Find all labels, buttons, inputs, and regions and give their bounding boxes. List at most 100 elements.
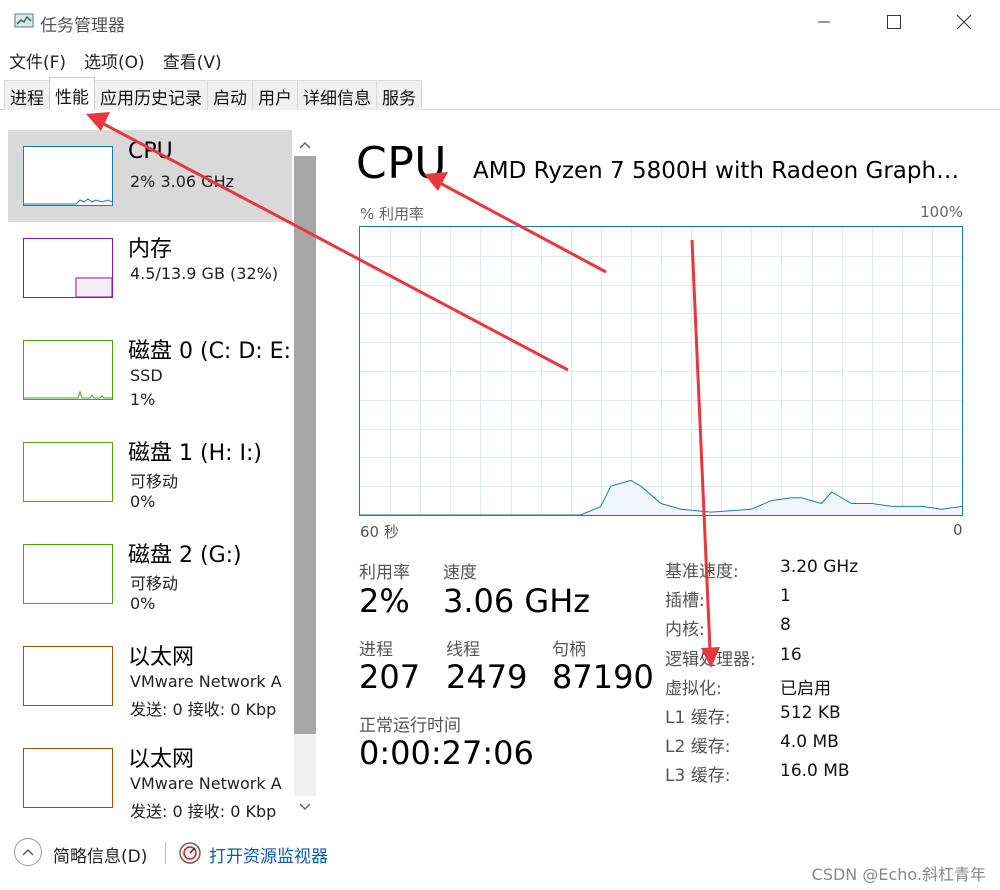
sidebar-item-name: 内存 — [128, 237, 173, 262]
sidebar-item-cpu[interactable]: CPU 2% 3.06 GHz — [8, 130, 292, 222]
l3-cache-value: 16.0 MB — [780, 761, 850, 781]
close-icon — [956, 14, 972, 30]
processes-value: 207 — [359, 658, 421, 696]
open-resource-monitor-link[interactable]: 打开资源监视器 — [209, 842, 328, 867]
handles-label: 句柄 — [552, 640, 586, 660]
threads-value: 2479 — [446, 658, 528, 696]
l2-cache-label: L2 缓存: — [665, 737, 731, 757]
uptime-label: 正常运行时间 — [359, 716, 461, 736]
graph-max-label: 100% — [920, 203, 963, 221]
sidebar-item-detail: SSD — [130, 366, 163, 385]
menu-view[interactable]: 查看(V) — [154, 46, 231, 73]
disk-2-thumbnail — [23, 544, 113, 604]
cpu-utilization-graph — [359, 226, 963, 516]
sidebar-item-detail: 2% 3.06 GHz — [130, 172, 235, 191]
scroll-up-button[interactable] — [297, 138, 313, 152]
tab-services[interactable]: 服务 — [376, 80, 422, 110]
graph-axis-end: 0 — [953, 521, 963, 539]
sidebar-item-disk-1[interactable]: 磁盘 1 (H: I:) 可移动 0% — [8, 426, 292, 528]
window-title: 任务管理器 — [40, 16, 125, 36]
sidebar-item-name: 以太网 — [128, 747, 195, 772]
logical-processors-value: 16 — [780, 645, 802, 665]
chevron-down-icon — [299, 803, 311, 811]
utilization-label: 利用率 — [359, 563, 410, 583]
l3-cache-label: L3 缓存: — [665, 766, 731, 786]
sidebar-scrollbar[interactable] — [292, 138, 318, 814]
l1-cache-value: 512 KB — [780, 703, 841, 723]
speed-value: 3.06 GHz — [443, 582, 591, 620]
tab-startup[interactable]: 启动 — [207, 80, 253, 110]
menu-bar: 文件(F) 选项(O) 查看(V) — [0, 46, 231, 73]
virtualization-value: 已启用 — [780, 679, 831, 699]
disk-1-thumbnail — [23, 442, 113, 502]
memory-thumbnail — [23, 238, 113, 298]
footer-divider — [165, 842, 166, 864]
resource-list: CPU 2% 3.06 GHz 内存 4.5/13.9 GB (32%) 磁盘 … — [8, 130, 292, 820]
sidebar-item-ethernet-1[interactable]: 以太网 VMware Network A 发送: 0 接收: 0 Kbp — [8, 630, 292, 732]
tab-bar: 进程 性能 应用历史记录 启动 用户 详细信息 服务 — [0, 77, 1000, 110]
maximize-button[interactable] — [874, 6, 914, 38]
utilization-value: 2% — [359, 582, 410, 620]
tab-app-history[interactable]: 应用历史记录 — [94, 80, 208, 110]
menu-file[interactable]: 文件(F) — [0, 46, 75, 73]
tab-details[interactable]: 详细信息 — [297, 80, 377, 110]
sidebar-item-value: 发送: 0 接收: 0 Kbp — [130, 700, 277, 719]
arrowhead — [86, 112, 110, 131]
sidebar-item-name: 以太网 — [128, 645, 195, 670]
sockets-value: 1 — [780, 586, 791, 606]
sidebar-item-value: 0% — [130, 492, 156, 511]
task-manager-icon — [14, 13, 34, 28]
cpu-thumbnail-graph — [24, 198, 112, 205]
sidebar-item-value: 0% — [130, 594, 156, 613]
cpu-thumbnail — [23, 146, 113, 206]
tab-performance[interactable]: 性能 — [49, 77, 95, 110]
cores-label: 内核: — [665, 620, 705, 640]
sockets-label: 插槽: — [665, 591, 705, 611]
page-title: CPU — [356, 138, 447, 189]
base-speed-label: 基准速度: — [665, 562, 739, 582]
cpu-graph-svg — [360, 227, 962, 515]
fewer-details-button[interactable] — [14, 838, 42, 866]
fewer-details-link[interactable]: 简略信息(D) — [53, 842, 147, 867]
watermark: CSDN @Echo.斜杠青年 — [811, 865, 986, 884]
base-speed-value: 3.20 GHz — [780, 557, 859, 577]
sidebar-item-value: 1% — [130, 390, 156, 409]
handles-value: 87190 — [552, 658, 654, 696]
ethernet-2-thumbnail — [23, 748, 113, 808]
graph-label: % 利用率 — [360, 205, 425, 223]
l1-cache-label: L1 缓存: — [665, 708, 731, 728]
sidebar-item-memory[interactable]: 内存 4.5/13.9 GB (32%) — [8, 222, 292, 324]
sidebar-item-detail: 可移动 — [130, 472, 179, 491]
menu-options[interactable]: 选项(O) — [75, 46, 154, 73]
sidebar-item-value: 发送: 0 接收: 0 Kbp — [130, 802, 277, 820]
sidebar-item-name: CPU — [128, 139, 173, 164]
ethernet-1-thumbnail — [23, 646, 113, 706]
maximize-icon — [887, 15, 901, 29]
scroll-thumb[interactable] — [294, 156, 316, 734]
scroll-down-button[interactable] — [297, 800, 313, 814]
chevron-up-icon — [22, 849, 34, 856]
title-bar: 任务管理器 — [0, 0, 1000, 44]
l2-cache-value: 4.0 MB — [780, 732, 839, 752]
chevron-up-icon — [299, 141, 311, 149]
cores-value: 8 — [780, 615, 791, 635]
close-button[interactable] — [944, 6, 984, 38]
disk-0-thumbnail — [23, 340, 113, 400]
cpu-model-name: AMD Ryzen 7 5800H with Radeon Graphi... — [473, 158, 963, 184]
processes-label: 进程 — [359, 640, 393, 660]
sidebar-item-detail: 可移动 — [130, 574, 179, 593]
sidebar-item-ethernet-2[interactable]: 以太网 VMware Network A 发送: 0 接收: 0 Kbp — [8, 732, 292, 820]
logical-processors-label: 逻辑处理器: — [665, 650, 756, 670]
minimize-button[interactable] — [804, 6, 844, 38]
speed-label: 速度 — [443, 563, 477, 583]
sidebar-item-disk-0[interactable]: 磁盘 0 (C: D: E: SSD 1% — [8, 324, 292, 426]
footer: 简略信息(D) 打开资源监视器 CSDN @Echo.斜杠青年 — [0, 828, 1000, 890]
tab-processes[interactable]: 进程 — [4, 80, 50, 110]
graph-axis-start: 60 秒 — [360, 523, 399, 541]
virtualization-label: 虚拟化: — [665, 679, 722, 699]
sidebar-item-disk-2[interactable]: 磁盘 2 (G:) 可移动 0% — [8, 528, 292, 630]
sidebar-item-detail: VMware Network A — [130, 774, 282, 793]
sidebar-item-name: 磁盘 1 (H: I:) — [128, 441, 262, 466]
sidebar-item-detail: VMware Network A — [130, 672, 282, 691]
tab-users[interactable]: 用户 — [252, 80, 298, 110]
